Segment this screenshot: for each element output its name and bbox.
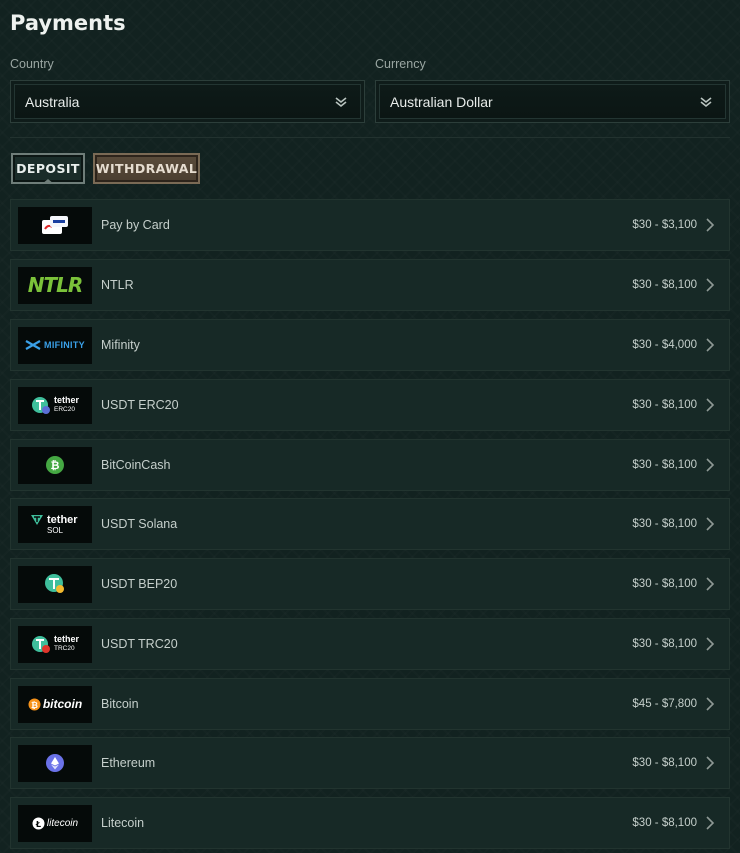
tether-bep20-icon — [18, 565, 92, 603]
payment-method-row[interactable]: Ł litecoin Litecoin $30 - $8,100 — [10, 797, 730, 849]
page-title: Payments — [10, 11, 126, 35]
country-select[interactable]: Australia — [10, 80, 365, 123]
chevron-down-icon — [699, 96, 713, 108]
payment-method-row[interactable]: tether TRC20 USDT TRC20 $30 - $8,100 — [10, 618, 730, 670]
chevron-right-icon — [705, 218, 717, 232]
payment-method-range: $30 - $3,100 — [632, 219, 697, 231]
chevron-right-icon — [705, 637, 717, 651]
payment-method-range: $30 - $8,100 — [632, 817, 697, 829]
payment-method-range: $45 - $7,800 — [632, 698, 697, 710]
payment-method-name: Mifinity — [101, 338, 140, 352]
chevron-right-icon — [705, 756, 717, 770]
divider — [10, 137, 730, 138]
svg-text:₿: ₿ — [31, 700, 38, 711]
payment-method-range: $30 - $8,100 — [632, 279, 697, 291]
currency-value: Australian Dollar — [390, 93, 493, 110]
payment-method-row[interactable]: MIFINITY Mifinity $30 - $4,000 — [10, 319, 730, 371]
tether-icon: tether ERC20 — [18, 386, 92, 424]
svg-text:₿: ₿ — [51, 459, 60, 472]
ntlr-logo: NTLR — [18, 266, 92, 304]
payment-method-name: Ethereum — [101, 756, 156, 770]
chevron-right-icon — [705, 697, 717, 711]
payment-method-name: USDT BEP20 — [101, 577, 178, 591]
payment-method-range: $30 - $8,100 — [632, 459, 697, 471]
chevron-right-icon — [705, 816, 717, 830]
payment-method-range: $30 - $8,100 — [632, 757, 697, 769]
card-icon — [18, 206, 92, 244]
chevron-right-icon — [705, 278, 717, 292]
payment-method-row[interactable]: ₿ bitcoin Bitcoin $45 - $7,800 — [10, 678, 730, 730]
currency-select[interactable]: Australian Dollar — [375, 80, 730, 123]
bitcoin-logo: ₿ bitcoin — [18, 685, 92, 723]
bitcoin-cash-icon: ₿ — [18, 446, 92, 484]
payment-method-range: $30 - $8,100 — [632, 638, 697, 650]
chevron-right-icon — [705, 458, 717, 472]
chevron-right-icon — [705, 577, 717, 591]
litecoin-logo: Ł litecoin — [18, 804, 92, 842]
payment-method-name: Litecoin — [101, 816, 145, 830]
svg-text:Ł: Ł — [35, 820, 41, 829]
ethereum-icon — [18, 744, 92, 782]
tab-deposit[interactable]: DEPOSIT — [11, 153, 85, 184]
payment-method-name: USDT ERC20 — [101, 398, 179, 412]
payment-method-row[interactable]: ₿ BitCoinCash $30 - $8,100 — [10, 439, 730, 491]
payment-method-name: BitCoinCash — [101, 458, 171, 472]
payment-method-range: $30 - $4,000 — [632, 339, 697, 351]
payment-method-name: USDT TRC20 — [101, 637, 178, 651]
tether-icon: tether TRC20 — [18, 625, 92, 663]
payment-method-name: Bitcoin — [101, 697, 139, 711]
payment-method-row[interactable]: Ethereum $30 - $8,100 — [10, 737, 730, 789]
currency-label: Currency — [375, 57, 426, 71]
payment-method-row[interactable]: USDT BEP20 $30 - $8,100 — [10, 558, 730, 610]
chevron-right-icon — [705, 398, 717, 412]
payment-method-range: $30 - $8,100 — [632, 518, 697, 530]
payment-method-row[interactable]: tether SOL USDT Solana $30 - $8,100 — [10, 498, 730, 550]
country-label: Country — [10, 57, 54, 71]
payment-method-name: NTLR — [101, 278, 134, 292]
chevron-right-icon — [705, 338, 717, 352]
mifinity-logo: MIFINITY — [18, 326, 92, 364]
country-value: Australia — [25, 93, 80, 110]
chevron-right-icon — [705, 517, 717, 531]
payment-method-name: USDT Solana — [101, 517, 178, 531]
payment-method-name: Pay by Card — [101, 218, 170, 232]
payment-method-row[interactable]: NTLR NTLR $30 - $8,100 — [10, 259, 730, 311]
payment-method-range: $30 - $8,100 — [632, 399, 697, 411]
payment-method-row[interactable]: tether ERC20 USDT ERC20 $30 - $8,100 — [10, 379, 730, 431]
tab-withdrawal[interactable]: WITHDRAWAL — [93, 153, 200, 184]
payment-method-range: $30 - $8,100 — [632, 578, 697, 590]
tether-icon: tether SOL — [18, 505, 92, 543]
chevron-down-icon — [334, 96, 348, 108]
payment-method-row[interactable]: Pay by Card $30 - $3,100 — [10, 199, 730, 251]
